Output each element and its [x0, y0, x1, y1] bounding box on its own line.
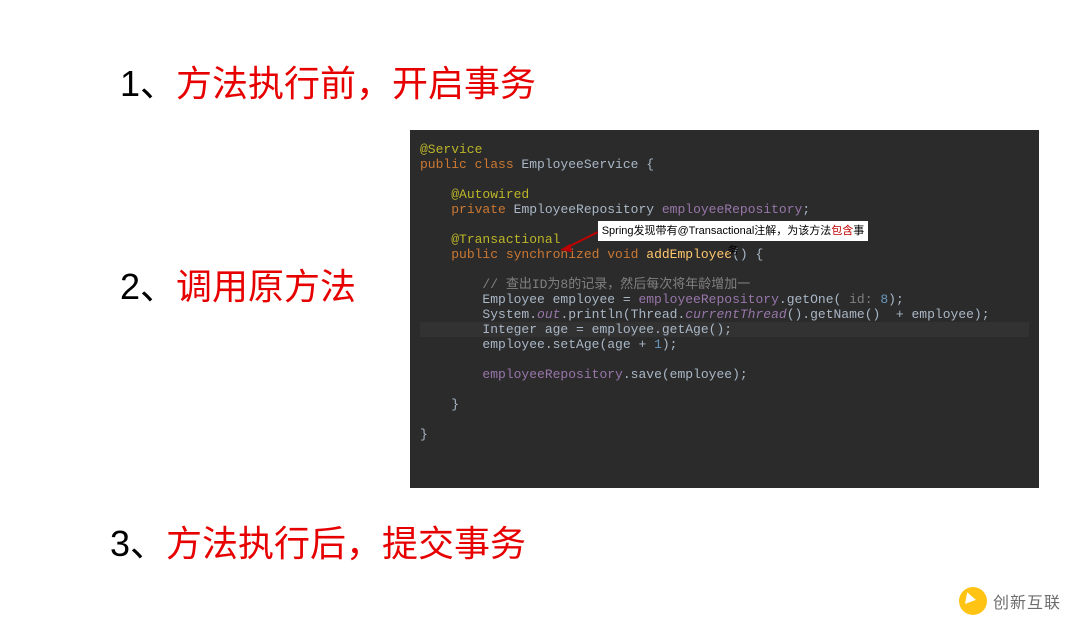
code-l1: @Service — [420, 142, 482, 157]
code-l8-kw: public synchronized void — [451, 247, 646, 262]
step-1: 1、方法执行前，开启事务 — [120, 62, 536, 105]
code-l5-fld: employeeRepository — [662, 202, 802, 217]
code-l12-out: out — [537, 307, 560, 322]
code-l14-b: ); — [662, 337, 678, 352]
code-l4: @Autowired — [451, 187, 529, 202]
step-3-text: 方法执行后，提交事务 — [166, 523, 526, 564]
step-1-text: 方法执行前，开启事务 — [176, 63, 536, 104]
step-3-num: 3、 — [110, 523, 166, 564]
watermark: 创新互联 — [959, 587, 1061, 615]
code-l14-nm: 1 — [654, 337, 662, 352]
code-l16-b: .save(employee); — [623, 367, 748, 382]
code-snippet: @Service public class EmployeeService { … — [410, 130, 1039, 488]
code-l5-type: EmployeeRepository — [514, 202, 662, 217]
code-l11-pm: id: — [849, 292, 880, 307]
code-l12-a: System. — [482, 307, 537, 322]
annotation-tooltip: Spring发现带有@Transactional注解，为该方法包含事务 — [598, 221, 868, 241]
code-l12-b: .println(Thread. — [560, 307, 685, 322]
code-l5-kw: private — [451, 202, 513, 217]
code-l13: Integer age = employee.getAge(); — [482, 322, 732, 337]
code-l2-kw: public class — [420, 157, 521, 172]
code-l10: // 查出ID为8的记录，然后每次将年龄增加一 — [482, 277, 750, 292]
tooltip-red: 包含 — [831, 225, 853, 237]
step-2: 2、调用原方法 — [120, 265, 356, 308]
code-l20: } — [420, 427, 428, 442]
code-l14-a: employee.setAge(age + — [482, 337, 654, 352]
watermark-text: 创新互联 — [993, 589, 1061, 613]
step-2-num: 2、 — [120, 266, 176, 307]
code-l5-semi: ; — [802, 202, 810, 217]
code-l11-a: Employee employee = — [482, 292, 638, 307]
code-l7: @Transactional — [451, 232, 560, 247]
code-l11-c: ); — [888, 292, 904, 307]
code-l11-nm: 8 — [880, 292, 888, 307]
code-l2-br: { — [646, 157, 654, 172]
step-1-num: 1、 — [120, 63, 176, 104]
code-l11-b: .getOne( — [779, 292, 849, 307]
tooltip-pre: Spring发现带有@Transactional注解，为该方法 — [602, 225, 832, 237]
watermark-icon — [959, 587, 987, 615]
code-l16-fld: employeeRepository — [482, 367, 622, 382]
step-2-text: 调用原方法 — [176, 266, 356, 307]
code-l2-cls: EmployeeService — [521, 157, 646, 172]
arrow-icon — [560, 230, 600, 252]
code-l11-fld: employeeRepository — [638, 292, 778, 307]
code-l18: } — [451, 397, 459, 412]
code-l8-mth: addEmployee — [646, 247, 732, 262]
code-l12-c: ().getName() + employee); — [787, 307, 990, 322]
code-l12-ct: currentThread — [685, 307, 786, 322]
step-3: 3、方法执行后，提交事务 — [110, 522, 526, 565]
